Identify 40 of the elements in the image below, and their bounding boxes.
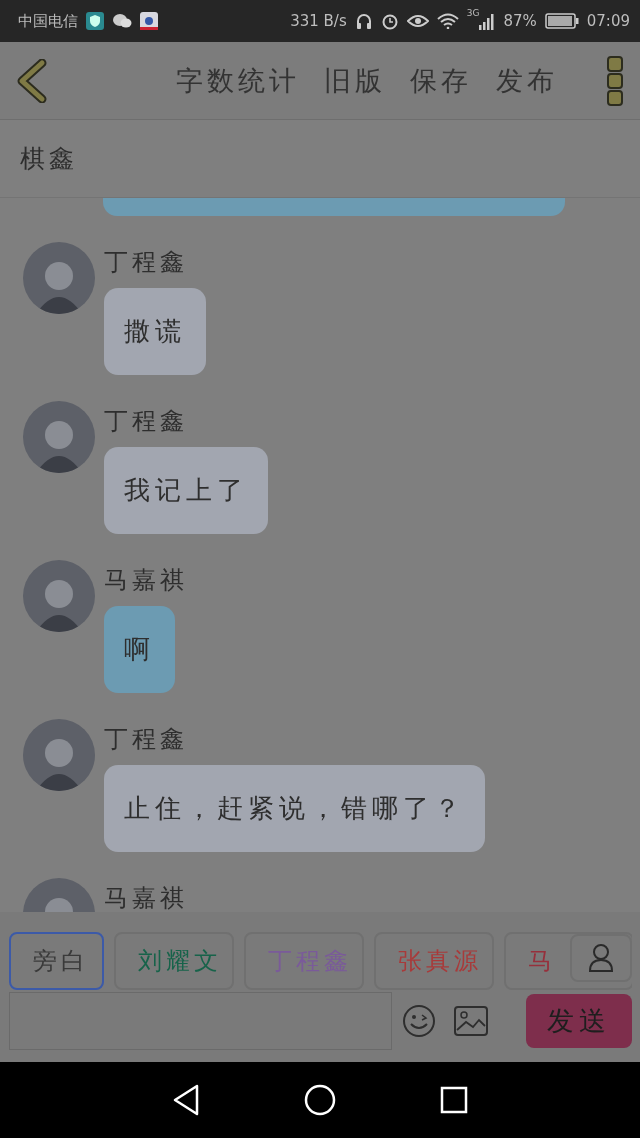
sender-name: 马嘉祺 xyxy=(104,565,188,596)
emoji-icon[interactable] xyxy=(402,1004,436,1038)
header-action[interactable]: 保存 xyxy=(402,62,480,99)
battery-percent: 87% xyxy=(503,12,537,30)
character-chip[interactable]: 刘耀文 xyxy=(114,932,234,990)
sender-name: 丁程鑫 xyxy=(104,247,188,278)
person-icon xyxy=(588,943,614,973)
recents-icon[interactable] xyxy=(440,1086,468,1114)
shield-icon xyxy=(86,12,104,30)
signal-icon xyxy=(479,12,496,30)
clock-time: 07:09 xyxy=(586,12,630,30)
eye-icon xyxy=(406,13,429,29)
story-title: 棋鑫 xyxy=(20,143,78,175)
sender-name: 丁程鑫 xyxy=(104,724,188,755)
person-button[interactable] xyxy=(570,934,632,982)
home-icon[interactable] xyxy=(304,1084,336,1116)
character-chip[interactable]: 张真源 xyxy=(374,932,494,990)
header-action[interactable]: 字数统计 xyxy=(168,62,308,99)
message-bubble: 啊 xyxy=(104,606,175,693)
headphones-icon xyxy=(354,12,373,30)
wifi-icon xyxy=(436,13,459,29)
message-bubble: 撒谎 xyxy=(104,288,206,375)
back-button[interactable] xyxy=(16,58,48,103)
back-icon[interactable] xyxy=(172,1084,200,1116)
sender-name: 丁程鑫 xyxy=(104,406,188,437)
character-chip[interactable]: 旁白 xyxy=(9,932,104,990)
image-icon[interactable] xyxy=(454,1006,488,1036)
network-speed: 331 B/s xyxy=(290,12,347,30)
carrier-name: 中国电信 xyxy=(18,11,78,31)
chat-app-icon xyxy=(112,12,132,30)
send-button[interactable]: 发送 xyxy=(526,994,632,1048)
message-bubble: 我记上了 xyxy=(104,447,268,534)
network-type: 3G xyxy=(466,8,480,18)
alarm-icon xyxy=(380,12,399,30)
message-bubble: 止住，赶紧说，错哪了？ xyxy=(104,765,485,852)
sender-name: 马嘉祺 xyxy=(104,883,188,912)
header-action[interactable]: 发布 xyxy=(488,62,566,99)
battery-icon xyxy=(544,13,579,29)
more-menu-icon[interactable] xyxy=(606,54,624,107)
header-action[interactable]: 旧版 xyxy=(316,62,394,99)
